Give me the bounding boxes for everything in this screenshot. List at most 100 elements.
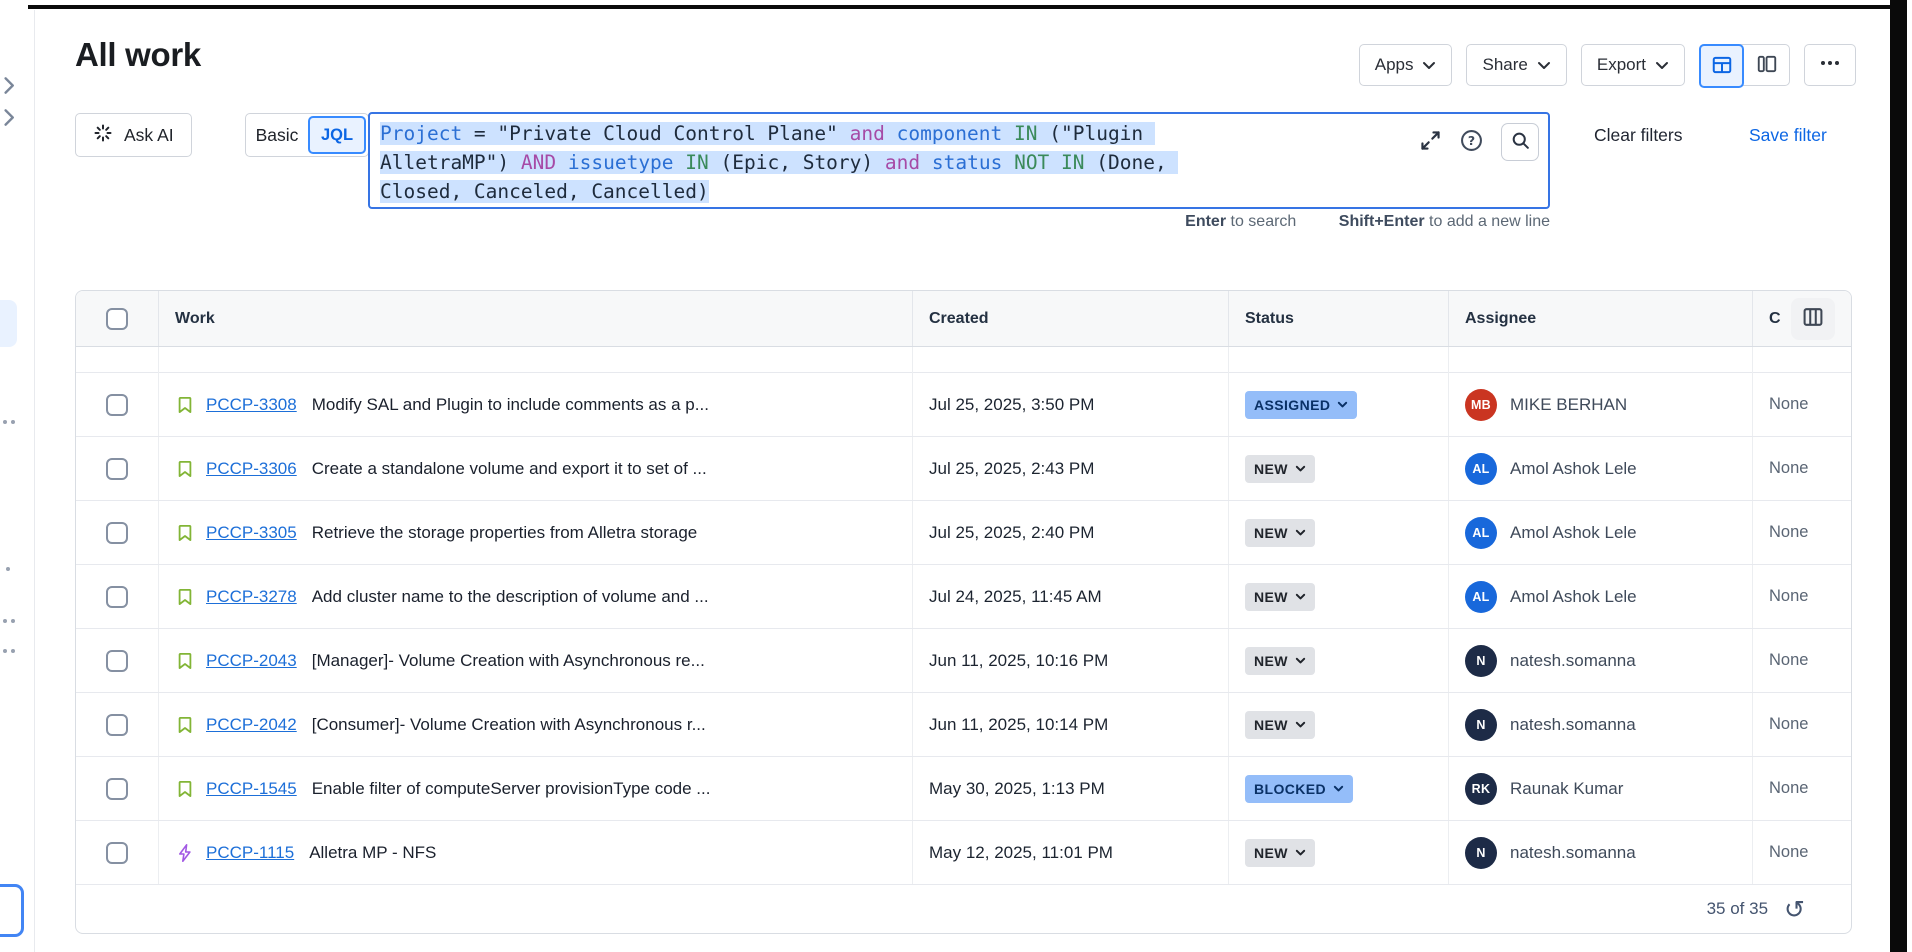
issue-key-link[interactable]: PCCP-1545 xyxy=(206,779,297,799)
column-header-comments-label[interactable]: C xyxy=(1769,310,1781,328)
chevron-down-icon xyxy=(1295,849,1306,857)
assignee-cell[interactable]: N natesh.somanna xyxy=(1449,693,1753,756)
created-value: Jun 11, 2025, 10:14 PM xyxy=(929,715,1108,735)
row-checkbox[interactable] xyxy=(106,778,128,800)
issue-key-link[interactable]: PCCP-3306 xyxy=(206,459,297,479)
issue-key-link[interactable]: PCCP-1115 xyxy=(206,843,294,863)
save-filter-button[interactable]: Save filter xyxy=(1743,113,1833,157)
status-badge[interactable]: NEW xyxy=(1245,583,1315,611)
expand-editor-button[interactable] xyxy=(1419,129,1442,155)
row-checkbox[interactable] xyxy=(106,394,128,416)
detail-view-button[interactable] xyxy=(1744,45,1789,85)
column-header-comments: C xyxy=(1753,291,1851,346)
work-cell: PCCP-1115 Alletra MP - NFS xyxy=(159,821,913,884)
comments-cell[interactable]: None xyxy=(1753,565,1851,628)
configure-columns-button[interactable] xyxy=(1791,298,1835,340)
status-badge[interactable]: NEW xyxy=(1245,711,1315,739)
column-header-work[interactable]: Work xyxy=(159,291,913,346)
status-cell: NEW xyxy=(1229,501,1449,564)
clear-filters-button[interactable]: Clear filters xyxy=(1588,113,1689,157)
comments-cell[interactable]: None xyxy=(1753,693,1851,756)
enter-hint: Enter to search xyxy=(1185,213,1296,230)
comments-cell[interactable]: None xyxy=(1753,437,1851,500)
syntax-help-button[interactable]: ? xyxy=(1459,128,1484,156)
story-icon xyxy=(175,523,195,543)
share-button[interactable]: Share xyxy=(1466,44,1566,86)
issue-key-link[interactable]: PCCP-3305 xyxy=(206,523,297,543)
jira-all-work-screen: All work Apps Share Export Ask A xyxy=(0,0,1912,952)
search-icon xyxy=(1510,130,1531,154)
assignee-cell[interactable]: AL Amol Ashok Lele xyxy=(1449,565,1753,628)
assignee-cell[interactable]: N natesh.somanna xyxy=(1449,629,1753,692)
status-badge[interactable]: ASSIGNED xyxy=(1245,391,1357,419)
row-checkbox[interactable] xyxy=(106,522,128,544)
status-badge[interactable]: NEW xyxy=(1245,519,1315,547)
row-checkbox[interactable] xyxy=(106,714,128,736)
comments-cell[interactable]: None xyxy=(1753,757,1851,820)
issue-summary[interactable]: Enable filter of computeServer provision… xyxy=(312,779,711,799)
table-row: PCCP-3305 Retrieve the storage propertie… xyxy=(76,501,1851,565)
issue-summary[interactable]: Alletra MP - NFS xyxy=(309,843,436,863)
row-checkbox[interactable] xyxy=(106,458,128,480)
table-row: PCCP-2042 [Consumer]- Volume Creation wi… xyxy=(76,693,1851,757)
comments-cell[interactable]: None xyxy=(1753,821,1851,884)
issue-key-link[interactable]: PCCP-3308 xyxy=(206,395,297,415)
issue-summary[interactable]: Create a standalone volume and export it… xyxy=(312,459,707,479)
ask-ai-button[interactable]: Ask AI xyxy=(75,113,192,157)
issue-summary[interactable]: Modify SAL and Plugin to include comment… xyxy=(312,395,709,415)
status-badge[interactable]: NEW xyxy=(1245,839,1315,867)
issue-summary[interactable]: Retrieve the storage properties from All… xyxy=(312,523,698,543)
more-actions-button[interactable] xyxy=(1804,44,1856,86)
assignee-cell[interactable]: RK Raunak Kumar xyxy=(1449,757,1753,820)
basic-mode-button[interactable]: Basic xyxy=(246,125,308,146)
page-title: All work xyxy=(75,36,201,74)
avatar: N xyxy=(1465,709,1497,741)
comments-cell[interactable]: None xyxy=(1753,629,1851,692)
status-badge[interactable]: BLOCKED xyxy=(1245,775,1353,803)
table-view-icon xyxy=(1711,54,1733,79)
columns-icon xyxy=(1801,305,1825,332)
row-checkbox[interactable] xyxy=(106,650,128,672)
issue-key-link[interactable]: PCCP-2043 xyxy=(206,651,297,671)
column-header-created[interactable]: Created xyxy=(913,291,1229,346)
issue-summary[interactable]: Add cluster name to the description of v… xyxy=(312,587,709,607)
comments-value: None xyxy=(1769,459,1808,478)
jql-mode-button[interactable]: JQL xyxy=(308,116,366,154)
table-view-button[interactable] xyxy=(1699,44,1744,88)
created-cell: Jul 24, 2025, 11:45 AM xyxy=(913,565,1229,628)
issue-summary[interactable]: [Consumer]- Volume Creation with Asynchr… xyxy=(312,715,706,735)
assignee-cell[interactable]: AL Amol Ashok Lele xyxy=(1449,437,1753,500)
jql-query-input[interactable]: Project = "Private Cloud Control Plane" … xyxy=(368,112,1550,209)
row-select-cell xyxy=(76,437,159,500)
run-search-button[interactable] xyxy=(1501,123,1539,161)
assignee-cell[interactable]: N natesh.somanna xyxy=(1449,821,1753,884)
assignee-cell[interactable]: AL Amol Ashok Lele xyxy=(1449,501,1753,564)
refresh-button[interactable]: ↺ xyxy=(1784,897,1805,922)
apps-button[interactable]: Apps xyxy=(1359,44,1453,86)
query-mode-toggle: Basic JQL xyxy=(245,113,369,157)
export-button[interactable]: Export xyxy=(1581,44,1685,86)
row-checkbox[interactable] xyxy=(106,842,128,864)
status-cell: NEW xyxy=(1229,629,1449,692)
select-all-cell xyxy=(76,291,159,346)
assignee-cell[interactable]: MB MIKE BERHAN xyxy=(1449,373,1753,436)
row-checkbox[interactable] xyxy=(106,586,128,608)
status-badge[interactable]: NEW xyxy=(1245,455,1315,483)
work-cell: PCCP-3305 Retrieve the storage propertie… xyxy=(159,501,913,564)
jql-line: AlletraMP") AND issuetype IN (Epic, Stor… xyxy=(380,148,1548,177)
issue-key-link[interactable]: PCCP-3278 xyxy=(206,587,297,607)
result-count: 35 of 35 xyxy=(1707,899,1768,919)
issue-summary[interactable]: [Manager]- Volume Creation with Asynchro… xyxy=(312,651,705,671)
comments-cell[interactable]: None xyxy=(1753,373,1851,436)
select-all-checkbox[interactable] xyxy=(106,308,128,330)
status-cell: BLOCKED xyxy=(1229,757,1449,820)
jql-editor-tools: ? xyxy=(1419,123,1539,161)
column-header-status[interactable]: Status xyxy=(1229,291,1449,346)
assignee-name: natesh.somanna xyxy=(1510,843,1636,863)
column-header-assignee[interactable]: Assignee xyxy=(1449,291,1753,346)
more-horizontal-icon xyxy=(1818,51,1842,80)
comments-cell[interactable]: None xyxy=(1753,501,1851,564)
status-badge[interactable]: NEW xyxy=(1245,647,1315,675)
issue-key-link[interactable]: PCCP-2042 xyxy=(206,715,297,735)
created-value: Jul 24, 2025, 11:45 AM xyxy=(929,587,1102,607)
